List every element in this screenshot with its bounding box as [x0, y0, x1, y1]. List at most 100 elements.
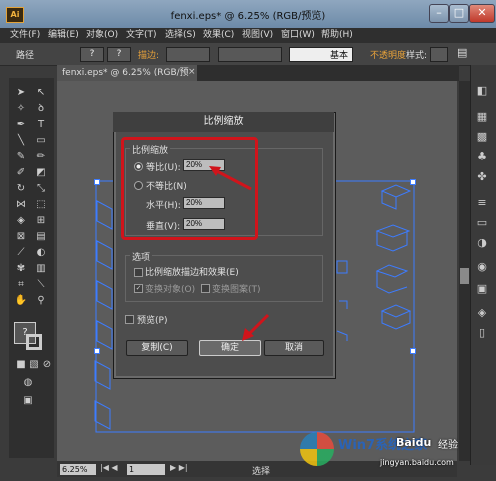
close-window-button[interactable]: ✕ — [469, 4, 495, 23]
mesh-tool-icon[interactable]: ⊠ — [13, 230, 29, 244]
watermark-url: jingyan.baidu.com — [380, 458, 454, 467]
close-tab-icon[interactable]: × — [188, 67, 196, 77]
transform-patterns-label: 变换图案(T) — [212, 285, 261, 295]
red-arrow-annotation — [242, 313, 270, 341]
column-graph-tool-icon[interactable]: ▥ — [33, 262, 49, 276]
symbols-panel-icon[interactable]: ✤ — [474, 170, 490, 185]
next-page-icon[interactable]: ▶ ▶| — [170, 463, 188, 472]
line-tool-icon[interactable]: ╲ — [13, 134, 29, 148]
cancel-button[interactable]: 取消 — [264, 340, 324, 356]
graphic-style-swatch[interactable] — [430, 47, 448, 62]
document-tab[interactable]: fenxi.eps* @ 6.25% (RGB/预览) — [57, 65, 197, 94]
window-title: fenxi.eps* @ 6.25% (RGB/预览) — [170, 11, 326, 22]
selection-type-label: 路径 — [16, 51, 35, 61]
zoom-tool-icon[interactable]: ⚲ — [33, 294, 49, 308]
copy-button[interactable]: 复制(C) — [126, 340, 188, 356]
transparency-panel-icon[interactable]: ◑ — [474, 236, 490, 251]
artboards-panel-icon[interactable]: ▯ — [474, 326, 490, 341]
appearance-panel-icon[interactable]: ◉ — [474, 260, 490, 275]
selection-tool-icon[interactable]: ➤ — [13, 86, 29, 100]
perspective-grid-tool-icon[interactable]: ⊞ — [33, 214, 49, 228]
lasso-tool-icon[interactable]: ꝺ — [33, 102, 49, 116]
menu-effect[interactable]: 效果(C) — [203, 28, 234, 43]
graphic-styles-icon[interactable]: ▣ — [474, 282, 490, 297]
baidu-logo-text: Baidu — [396, 436, 432, 449]
paintbrush-tool-icon[interactable]: ✎ — [13, 150, 29, 164]
menu-window[interactable]: 窗口(W) — [281, 28, 315, 43]
right-artwork-strokes — [375, 184, 412, 330]
drawing-mode-icon[interactable]: ◍ — [20, 376, 36, 390]
menu-object[interactable]: 对象(O) — [86, 28, 118, 43]
menu-help[interactable]: 帮助(H) — [321, 28, 353, 43]
scale-tool-icon[interactable]: ⤡ — [33, 182, 49, 196]
eyedropper-tool-icon[interactable]: ⟋ — [13, 246, 29, 260]
status-mode-label: 选择 — [252, 467, 271, 477]
maximize-button[interactable]: □ — [449, 4, 469, 23]
none-mode-icon[interactable]: ⊘ — [39, 358, 55, 372]
artboard-tool-icon[interactable]: ⌗ — [13, 278, 29, 292]
transform-patterns-checkbox[interactable] — [201, 284, 210, 293]
scale-strokes-label: 比例缩放描边和效果(E) — [145, 268, 239, 278]
stroke-color-swatch[interactable] — [26, 334, 42, 350]
menu-type[interactable]: 文字(T) — [126, 28, 157, 43]
baidu-jingyan-text: 经验 — [438, 440, 458, 451]
menu-select[interactable]: 选择(S) — [165, 28, 196, 43]
red-arrow-annotation — [209, 166, 252, 191]
gradient-panel-icon[interactable]: ▭ — [474, 216, 490, 231]
brushes-panel-icon[interactable]: ♣ — [474, 150, 490, 165]
layers-panel-icon[interactable]: ◈ — [474, 306, 490, 321]
stroke-weight-field[interactable] — [166, 47, 210, 62]
screen-mode-icon[interactable]: ▣ — [20, 394, 36, 408]
width-tool-icon[interactable]: ⋈ — [13, 198, 29, 212]
color-panel-icon[interactable]: ◧ — [474, 84, 490, 99]
blend-tool-icon[interactable]: ◐ — [33, 246, 49, 260]
transform-objects-checkbox[interactable]: ✓ — [134, 284, 143, 293]
eraser-tool-icon[interactable]: ◩ — [33, 166, 49, 180]
swatches-panel-icon[interactable]: ▩ — [474, 130, 490, 145]
selection-handle[interactable] — [410, 348, 416, 354]
transform-objects-label: 变换对象(O) — [145, 285, 196, 295]
scale-strokes-checkbox[interactable] — [134, 268, 143, 277]
middle-artwork-strokes — [336, 260, 348, 341]
preview-checkbox[interactable] — [125, 315, 134, 324]
magic-wand-tool-icon[interactable]: ✧ — [13, 102, 29, 116]
style-label: 样式: — [406, 51, 428, 61]
blob-brush-tool-icon[interactable]: ✐ — [13, 166, 29, 180]
artboard-number-field[interactable]: 1 — [127, 464, 165, 475]
windows-logo-icon — [300, 432, 334, 466]
symbol-sprayer-tool-icon[interactable]: ✾ — [13, 262, 29, 276]
opacity-label[interactable]: 不透明度 — [370, 48, 406, 61]
scrollbar-thumb[interactable] — [460, 268, 469, 284]
left-artwork-strokes — [94, 200, 113, 430]
menu-file[interactable]: 文件(F) — [10, 28, 40, 43]
slice-tool-icon[interactable]: ⟍ — [33, 278, 49, 292]
rectangle-tool-icon[interactable]: ▭ — [33, 134, 49, 148]
stroke-panel-icon[interactable]: ≡ — [474, 196, 490, 211]
rotate-tool-icon[interactable]: ↻ — [13, 182, 29, 196]
minimize-button[interactable]: – — [429, 4, 449, 23]
selection-handle[interactable] — [94, 179, 100, 185]
brush-basic-label: 基本 — [330, 51, 349, 61]
direct-selection-tool-icon[interactable]: ↖ — [33, 86, 49, 100]
hand-tool-icon[interactable]: ✋ — [13, 294, 29, 308]
menu-view[interactable]: 视图(V) — [242, 28, 273, 43]
free-transform-tool-icon[interactable]: ⬚ — [33, 198, 49, 212]
selection-handle[interactable] — [410, 179, 416, 185]
selection-handle[interactable] — [94, 348, 100, 354]
pencil-tool-icon[interactable]: ✏ — [33, 150, 49, 164]
first-page-icon[interactable]: |◀ ◀ — [100, 463, 118, 472]
gradient-tool-icon[interactable]: ▤ — [33, 230, 49, 244]
menu-bar: 文件(F) 编辑(E) 对象(O) 文字(T) 选择(S) 效果(C) 视图(V… — [0, 28, 496, 43]
pen-tool-icon[interactable]: ✒ — [13, 118, 29, 132]
stroke-label[interactable]: 描边: — [138, 48, 159, 61]
fill-swatch[interactable]: ? — [80, 47, 104, 62]
color-guide-icon[interactable]: ▦ — [474, 110, 490, 125]
stroke-swatch[interactable]: ? — [107, 47, 131, 62]
variable-width-select[interactable] — [218, 47, 282, 62]
type-tool-icon[interactable]: T — [33, 118, 49, 132]
menu-edit[interactable]: 编辑(E) — [48, 28, 79, 43]
document-setup-icon[interactable]: ▤ — [457, 46, 467, 59]
shape-builder-tool-icon[interactable]: ◈ — [13, 214, 29, 228]
zoom-level-field[interactable]: 6.25% — [60, 464, 96, 475]
watermark: Win7系统之家 Baidu 经验 jingyan.baidu.com — [298, 428, 470, 472]
